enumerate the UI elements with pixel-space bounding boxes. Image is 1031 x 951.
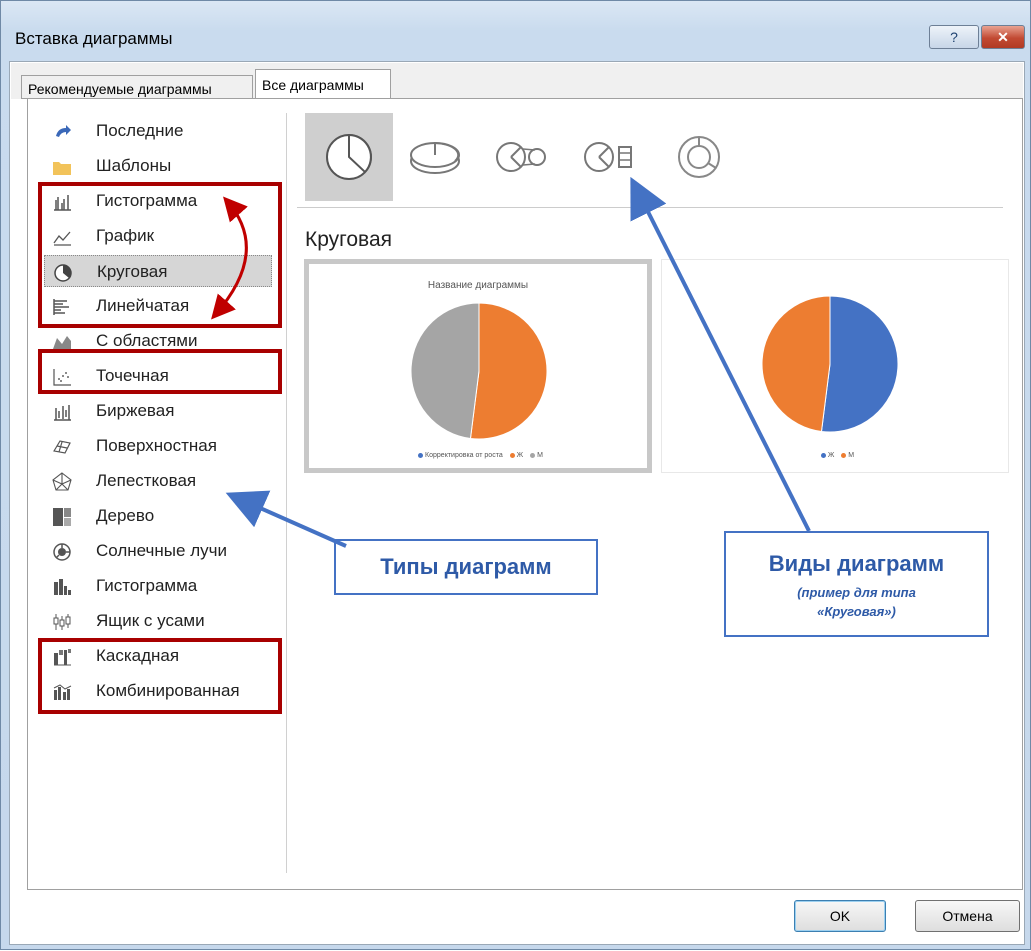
chart-type-item[interactable]: Поверхностная [44, 430, 272, 462]
histogram-chart-icon [54, 579, 71, 595]
pie-chart-2 [761, 295, 899, 433]
legend-entry: М [848, 452, 855, 459]
callout-kinds-sub-1: (пример для типа [797, 585, 916, 600]
chart-type-item[interactable]: Дерево [44, 500, 272, 532]
chart-type-label: С областями [96, 331, 198, 350]
pie-subtype-icon [326, 133, 372, 180]
subtype-pie-3d[interactable] [393, 113, 481, 201]
dialog-title: Вставка диаграммы [15, 29, 173, 48]
cancel-button[interactable]: Отмена [915, 900, 1020, 932]
chart-type-item[interactable]: Биржевая [44, 395, 272, 427]
preview-legend-2: Ж М [662, 452, 1008, 459]
surface-chart-icon [53, 440, 71, 454]
insert-chart-dialog: Вставка диаграммы ? ✕ Рекомендуемые диаг… [0, 0, 1031, 950]
chart-type-item[interactable]: Солнечные лучи [44, 535, 272, 567]
subtype-doughnut[interactable] [657, 113, 745, 201]
pie-3d-subtype-icon [410, 141, 460, 174]
treemap-chart-icon [53, 508, 71, 526]
pie-slice-2 [761, 295, 831, 433]
stock-chart-icon [54, 405, 71, 421]
legend-swatch [509, 452, 515, 458]
title-bar: Вставка диаграммы ? ✕ [1, 1, 1031, 61]
subtype-pie-of-pie[interactable] [481, 113, 569, 201]
chart-type-item[interactable]: Ящик с усами [44, 605, 272, 637]
annotation-red-box-scatter [38, 349, 282, 394]
help-button[interactable]: ? [929, 25, 979, 49]
preview-legend-1: Корректировка от роста Ж М [309, 452, 647, 459]
chart-type-label: Поверхностная [96, 436, 217, 455]
chart-type-label: Гистограмма [96, 576, 198, 595]
annotation-red-box-group-2 [38, 638, 282, 714]
chart-type-item[interactable]: Шаблоны [44, 150, 272, 182]
chart-type-item[interactable]: Последние [44, 115, 272, 147]
sidebar-divider [286, 113, 287, 873]
callout-kinds-sub-2: «Круговая») [817, 604, 896, 619]
ok-button[interactable]: OK [794, 900, 886, 932]
callout-chart-kinds: Виды диаграмм (пример для типа «Круговая… [724, 531, 989, 637]
pie-slice-1 [820, 295, 899, 433]
legend-entry: Ж [827, 452, 835, 459]
chart-type-label: Лепестковая [96, 471, 197, 490]
tab-all-charts[interactable]: Все диаграммы [255, 69, 391, 100]
chart-type-item[interactable]: Гистограмма [44, 570, 272, 602]
pie-slice-2 [469, 302, 548, 440]
subtype-bar-of-pie[interactable] [569, 113, 657, 201]
chart-type-item[interactable]: Лепестковая [44, 465, 272, 497]
chart-type-label: Шаблоны [96, 156, 172, 175]
bar-of-pie-subtype-icon [584, 142, 632, 172]
close-button[interactable]: ✕ [981, 25, 1025, 49]
tab-strip: Рекомендуемые диаграммы Все диаграммы [11, 63, 1023, 100]
legend-swatch [418, 452, 424, 458]
chart-type-label: Солнечные лучи [96, 541, 227, 560]
box-whisker-chart-icon [53, 614, 71, 630]
subtypes-separator [297, 207, 1003, 208]
pie-slice-3 [410, 302, 480, 440]
chart-type-label: Ящик с усами [96, 611, 205, 630]
radar-chart-icon [52, 472, 72, 491]
pie-chart-1 [410, 302, 548, 440]
chart-preview-1[interactable]: Название диаграммы Корректировка от рост… [304, 259, 652, 473]
recent-icon [56, 125, 71, 137]
legend-swatch [841, 452, 847, 458]
legend-entry: Корректировка от роста [425, 452, 503, 459]
legend-swatch [530, 452, 536, 458]
tab-recommended-charts[interactable]: Рекомендуемые диаграммы [21, 75, 253, 99]
pie-of-pie-subtype-icon [496, 142, 546, 172]
doughnut-subtype-icon [678, 136, 720, 178]
sunburst-chart-icon [53, 543, 71, 561]
chart-preview-2[interactable]: Ж М [661, 259, 1009, 473]
chart-type-label: Биржевая [96, 401, 175, 420]
folder-icon [53, 162, 71, 175]
legend-entry: Ж [516, 452, 524, 459]
legend-entry: М [537, 452, 543, 459]
chart-type-label: Дерево [96, 506, 155, 525]
chart-type-label: Последние [96, 121, 184, 140]
callout-types-text: Типы диаграмм [380, 554, 552, 579]
callout-chart-types: Типы диаграмм [334, 539, 598, 595]
subtype-pie[interactable] [305, 113, 393, 201]
annotation-red-box-group-1 [38, 182, 282, 328]
legend-swatch [820, 452, 826, 458]
callout-kinds-text: Виды диаграмм [768, 551, 945, 576]
subtype-section-title: Круговая [305, 228, 393, 251]
